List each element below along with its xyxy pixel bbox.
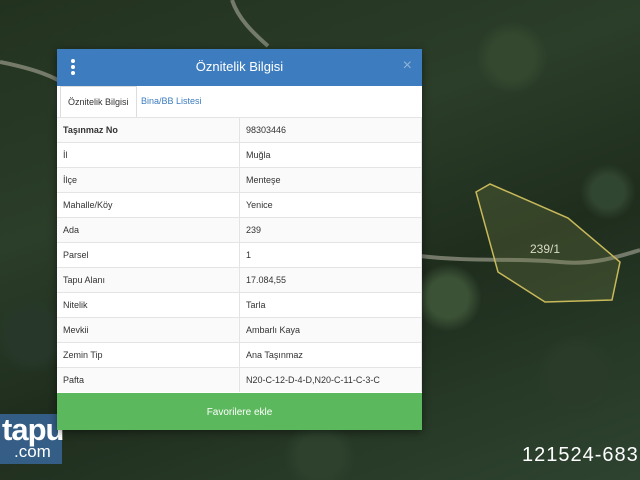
attribute-value: 1 — [239, 242, 422, 268]
attribute-info-dialog: Öznitelik Bilgisi × Öznitelik Bilgisi Bi… — [57, 49, 422, 430]
road — [0, 60, 67, 86]
table-row: Ada 239 — [57, 217, 422, 243]
table-row: Pafta N20-C-12-D-4-D,N20-C-11-C-3-C — [57, 367, 422, 392]
table-row: Zemin Tip Ana Taşınmaz — [57, 342, 422, 368]
attribute-key: Taşınmaz No — [57, 117, 240, 143]
tapu-logo-watermark: tapu .com — [0, 412, 64, 464]
parcel-label: 239/1 — [530, 242, 561, 256]
dialog-tabs: Öznitelik Bilgisi Bina/BB Listesi — [57, 86, 422, 118]
attribute-key: İl — [57, 142, 240, 168]
attribute-value: 239 — [239, 217, 422, 243]
attribute-value: Tarla — [239, 292, 422, 318]
attribute-key: Tapu Alanı — [57, 267, 240, 293]
close-icon[interactable]: × — [403, 57, 412, 75]
attribute-value: 98303446 — [239, 117, 422, 143]
table-row: Taşınmaz No 98303446 — [57, 117, 422, 143]
table-row: İl Muğla — [57, 142, 422, 168]
reference-code: 121524-6831 — [522, 444, 640, 466]
dialog-header: Öznitelik Bilgisi × — [57, 49, 422, 86]
attribute-key: Mahalle/Köy — [57, 192, 240, 218]
attribute-table: Taşınmaz No 98303446 İl Muğla İlçe Menteşe Mah… — [57, 117, 422, 392]
table-row: Parsel 1 — [57, 242, 422, 268]
attribute-key: Nitelik — [57, 292, 240, 318]
tab-attribute-info[interactable]: Öznitelik Bilgisi — [60, 86, 137, 118]
attribute-value: 17.084,55 — [239, 267, 422, 293]
table-row: Mevkii Ambarlı Kaya — [57, 317, 422, 343]
attribute-key: Mevkii — [57, 317, 240, 343]
dialog-title: Öznitelik Bilgisi — [195, 59, 284, 74]
attribute-value: Ana Taşınmaz — [239, 342, 422, 368]
road — [230, 0, 270, 48]
add-to-favorites-button[interactable]: Favorilere ekle — [57, 393, 422, 430]
attribute-key: Pafta — [57, 367, 240, 392]
tab-building-list[interactable]: Bina/BB Listesi — [134, 86, 209, 117]
table-row: Mahalle/Köy Yenice — [57, 192, 422, 218]
attribute-value: Muğla — [239, 142, 422, 168]
attribute-value: Ambarlı Kaya — [239, 317, 422, 343]
table-row: Nitelik Tarla — [57, 292, 422, 318]
attribute-key: Zemin Tip — [57, 342, 240, 368]
attribute-key: Ada — [57, 217, 240, 243]
attribute-key: İlçe — [57, 167, 240, 193]
attribute-value: Yenice — [239, 192, 422, 218]
table-row: Tapu Alanı 17.084,55 — [57, 267, 422, 293]
table-row: İlçe Menteşe — [57, 167, 422, 193]
attribute-value: Menteşe — [239, 167, 422, 193]
attribute-value: N20-C-12-D-4-D,N20-C-11-C-3-C — [239, 367, 422, 392]
attribute-key: Parsel — [57, 242, 240, 268]
